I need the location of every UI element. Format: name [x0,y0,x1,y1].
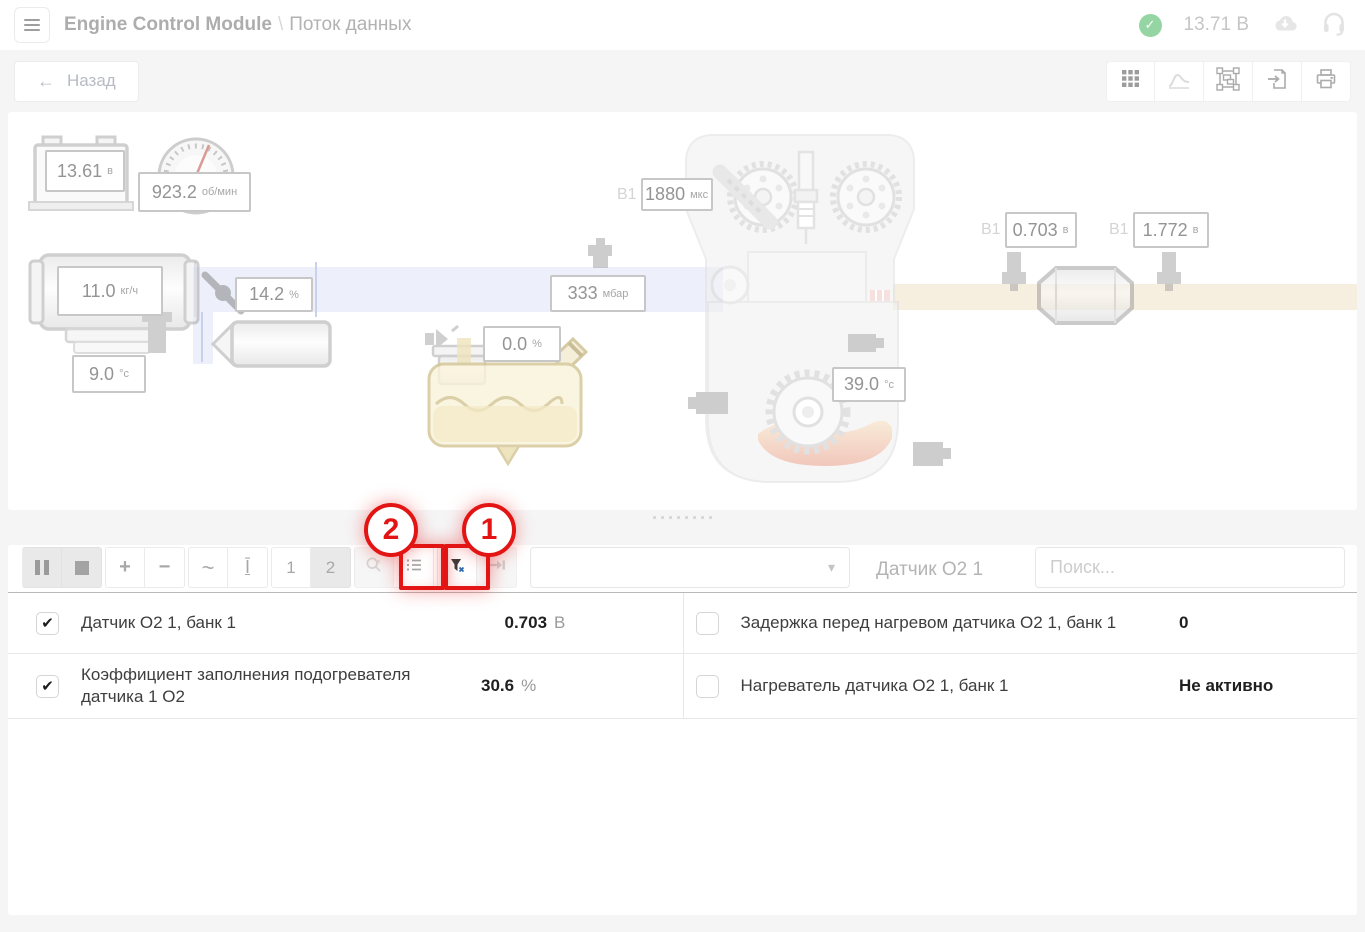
amplitude-button[interactable]: Ī [228,547,268,588]
value-box-airflow: 11.0кг/ч [57,266,163,316]
battery-voltage-reading: 13.71 В [1184,14,1250,36]
skip-arrow-icon [488,557,506,578]
value-box-purge-valve: 0.0% [483,326,561,362]
export-button[interactable] [1253,61,1302,102]
app-window: Engine Control Module\Поток данных ✓ 13.… [0,0,1365,915]
diagram-panel: 13.61в 923.2об/мин 11.0кг/ч 14.2% 9.0°с … [8,112,1357,510]
annotation-circle-2: 2 [364,503,418,557]
param-value: 30.6 [481,676,514,696]
param-label: Датчик О2 1, банк 1 [81,612,505,634]
chart-view-button[interactable] [1155,61,1204,102]
headset-icon [1321,10,1347,41]
value-box-rpm: 923.2об/мин [138,172,251,212]
line-chart-icon [1167,69,1191,94]
export-document-icon [1265,67,1289,96]
module-title: Engine Control Module [64,14,272,35]
value-box-intake-temp: 9.0°с [72,355,146,393]
param-unit: % [521,676,536,696]
splitter-handle[interactable] [653,516,712,520]
cloud-download-icon [1271,13,1299,38]
grid-icon [1121,69,1140,93]
row-checkbox[interactable] [696,675,719,698]
value-group-o2-upstream: B1 0.703в [981,212,1077,248]
annotation-circle-1: 1 [462,503,516,557]
row-checkbox[interactable]: ✔ [36,612,59,635]
param-label: Задержка перед нагревом датчика О2 1, ба… [741,612,1180,634]
value-box-o2-upstream: 0.703в [1005,212,1077,248]
value-group-o2-downstream: B1 1.772в [1109,212,1209,248]
back-button[interactable]: ← Назад [14,61,139,102]
one-column-button[interactable]: 1 [271,547,311,588]
page-name: Поток данных [289,14,411,35]
data-stream-panel: + − ~ Ī 1 2 [8,545,1357,915]
connection-status-icon: ✓ [1139,14,1162,37]
idle-valve-icon [213,322,330,366]
param-value: 0.703 [505,613,548,633]
value-box-o2-downstream: 1.772в [1133,212,1209,248]
stop-icon [75,561,89,575]
amplitude-icon: Ī [245,557,250,578]
grid-view-button[interactable] [1106,61,1155,102]
param-cell: ✔ Коэффициент заполнения подогревателя д… [8,654,683,718]
two-column-button[interactable]: 2 [311,547,351,588]
print-button[interactable] [1302,61,1351,102]
value-box-manifold-pressure: 333мбар [550,275,646,312]
parameters-table: ✔ Датчик О2 1, банк 1 0.703 В Задержка пе… [8,592,1357,719]
chevron-down-icon: ▾ [828,559,835,576]
panel-splitter [0,510,1365,545]
plus-icon: + [119,556,131,579]
sensor-select-dropdown[interactable]: ▾ [530,547,850,588]
value-box-coolant-temp: 39.0°с [832,367,906,402]
header: Engine Control Module\Поток данных ✓ 13.… [0,0,1365,50]
param-value: 0 [1179,613,1188,633]
stream-toolbar: + − ~ Ī 1 2 [8,545,1357,592]
map-sensor-icon [588,238,612,268]
menu-button[interactable] [14,7,50,43]
zoom-x-icon [365,556,383,579]
font-decrease-button[interactable]: − [145,547,185,588]
param-cell: Нагреватель датчика О2 1, банк 1 Не акти… [683,654,1358,718]
wave-icon: ~ [202,555,215,581]
back-arrow-icon: ← [37,71,55,92]
param-label: Нагреватель датчика О2 1, банк 1 [741,675,1180,697]
value-box-throttle: 14.2% [235,277,313,312]
param-cell: Задержка перед нагревом датчика О2 1, ба… [683,593,1358,653]
selected-sensor-label: Датчик О2 1 [876,559,983,581]
table-row: ✔ Коэффициент заполнения подогревателя д… [8,654,1357,719]
table-row: ✔ Датчик О2 1, банк 1 0.703 В Задержка пе… [8,593,1357,654]
search-input[interactable] [1035,547,1345,588]
scheme-view-button[interactable] [1204,61,1253,102]
param-unit: В [554,613,565,633]
row-checkbox[interactable] [696,612,719,635]
value-group-injection-time: B1 1880мкс [617,178,713,211]
toolbar-top: ← Назад [0,50,1365,112]
row-checkbox[interactable]: ✔ [36,675,59,698]
minus-icon: − [159,556,171,579]
diagram-frame-icon [1216,67,1240,96]
pause-button[interactable] [22,547,62,588]
value-box-battery-voltage: 13.61в [45,150,125,192]
catalytic-converter-icon [1039,268,1132,323]
printer-icon [1314,67,1338,96]
stop-button[interactable] [62,547,102,588]
pause-icon [35,560,49,575]
breadcrumb: Engine Control Module\Поток данных [64,14,411,36]
graph-mode-button[interactable]: ~ [188,547,228,588]
font-increase-button[interactable]: + [105,547,145,588]
param-value: Не активно [1179,676,1273,696]
param-label: Коэффициент заполнения подогревателя дат… [81,664,481,708]
value-box-injection-time: 1880мкс [641,178,713,211]
param-cell: ✔ Датчик О2 1, банк 1 0.703 В [8,593,683,653]
